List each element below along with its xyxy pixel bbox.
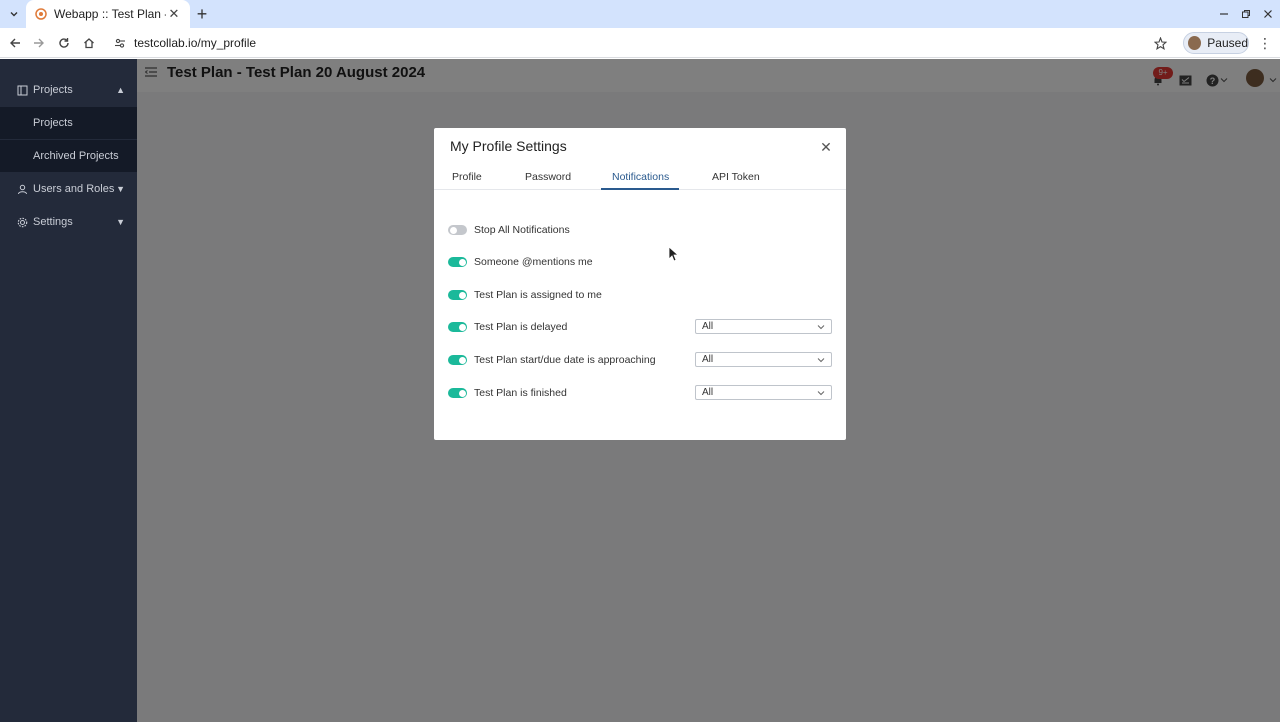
chevron-down-icon [816, 354, 826, 366]
profile-settings-modal: My Profile Settings ✕ Profile Password N… [434, 128, 846, 440]
reload-icon[interactable] [54, 33, 74, 53]
notification-label: Test Plan is assigned to me [474, 289, 602, 301]
chevron-up-icon: ▲ [116, 85, 125, 95]
notification-row-mentions: Someone @mentions me [448, 252, 832, 272]
mouse-cursor-icon [668, 246, 678, 262]
approaching-scope-select[interactable]: All [695, 352, 832, 367]
notification-label: Test Plan start/due date is approaching [474, 354, 656, 366]
close-icon[interactable]: ✕ [819, 139, 833, 155]
browser-tab-bar: Webapp :: Test Plan - Tes ✕ + [0, 0, 1280, 28]
tab-search-icon[interactable] [4, 4, 24, 24]
finished-scope-select[interactable]: All [695, 385, 832, 400]
select-value: All [702, 354, 714, 365]
minimize-icon[interactable] [1214, 4, 1234, 24]
notification-label: Test Plan is finished [474, 387, 567, 399]
tab-password[interactable]: Password [525, 171, 571, 183]
notification-label: Stop All Notifications [474, 224, 570, 236]
user-icon [16, 183, 28, 195]
chevron-down-icon [816, 387, 826, 399]
browser-profile-button[interactable]: Paused [1183, 32, 1249, 54]
select-value: All [702, 387, 714, 398]
browser-tab[interactable]: Webapp :: Test Plan - Tes ✕ [26, 0, 190, 28]
close-window-icon[interactable] [1258, 4, 1278, 24]
chevron-down-icon: ▼ [116, 217, 125, 227]
finished-toggle[interactable] [448, 388, 467, 398]
active-tab-indicator [601, 188, 679, 190]
delayed-scope-select[interactable]: All [695, 319, 832, 334]
sidebar-item-users-label: Users and Roles [33, 183, 115, 195]
close-tab-icon[interactable]: ✕ [166, 6, 182, 22]
home-icon[interactable] [79, 33, 99, 53]
modal-tabs: Profile Password Notifications API Token [434, 168, 846, 190]
sidebar-item-settings[interactable]: Settings ▼ [0, 206, 137, 238]
tab-notifications[interactable]: Notifications [612, 171, 669, 183]
url-text: testcollab.io/my_profile [134, 36, 257, 50]
notification-row-approaching: Test Plan start/due date is approaching … [448, 350, 832, 370]
sidebar-subitem-projects[interactable]: Projects [0, 107, 137, 139]
notification-label: Test Plan is delayed [474, 321, 568, 333]
notification-row-assigned: Test Plan is assigned to me [448, 285, 832, 305]
sidebar-subitem-archived-label: Archived Projects [33, 150, 119, 162]
tab-api-token[interactable]: API Token [712, 171, 760, 183]
select-value: All [702, 321, 714, 332]
new-tab-icon[interactable]: + [192, 4, 212, 24]
notification-row-stop-all: Stop All Notifications [448, 220, 832, 240]
restore-icon[interactable] [1236, 4, 1256, 24]
assigned-toggle[interactable] [448, 290, 467, 300]
chevron-down-icon: ▼ [116, 184, 125, 194]
delayed-toggle[interactable] [448, 322, 467, 332]
projects-icon [16, 84, 28, 96]
notification-label: Someone @mentions me [474, 256, 593, 268]
site-info-icon[interactable] [112, 35, 128, 51]
address-bar[interactable]: testcollab.io/my_profile [106, 31, 1176, 55]
notification-row-finished: Test Plan is finished All [448, 383, 832, 403]
testcollab-favicon-icon [34, 7, 48, 21]
browser-toolbar: testcollab.io/my_profile [0, 28, 1280, 58]
sidebar-subitem-projects-label: Projects [33, 117, 73, 129]
sidebar-item-settings-label: Settings [33, 216, 73, 228]
bookmark-star-icon[interactable] [1150, 33, 1170, 53]
browser-tab-title: Webapp :: Test Plan - Tes [54, 7, 166, 21]
forward-icon[interactable] [29, 33, 49, 53]
gear-icon [16, 216, 28, 228]
profile-avatar-icon [1188, 36, 1202, 50]
modal-title: My Profile Settings [450, 138, 567, 154]
sidebar: Projects ▲ Projects Archived Projects Us… [0, 59, 137, 722]
browser-menu-icon[interactable]: ⋮ [1258, 33, 1272, 53]
profile-status-label: Paused [1207, 36, 1248, 50]
sidebar-item-projects-label: Projects [33, 84, 73, 96]
approaching-toggle[interactable] [448, 355, 467, 365]
sidebar-subitem-archived-projects[interactable]: Archived Projects [0, 140, 137, 172]
sidebar-item-users-and-roles[interactable]: Users and Roles ▼ [0, 173, 137, 205]
notification-row-delayed: Test Plan is delayed All [448, 317, 832, 337]
sidebar-item-projects[interactable]: Projects ▲ [0, 74, 137, 106]
tab-profile[interactable]: Profile [452, 171, 482, 183]
back-icon[interactable] [5, 33, 25, 53]
mentions-toggle[interactable] [448, 257, 467, 267]
chevron-down-icon [816, 321, 826, 333]
stop-all-notifications-toggle[interactable] [448, 225, 467, 235]
